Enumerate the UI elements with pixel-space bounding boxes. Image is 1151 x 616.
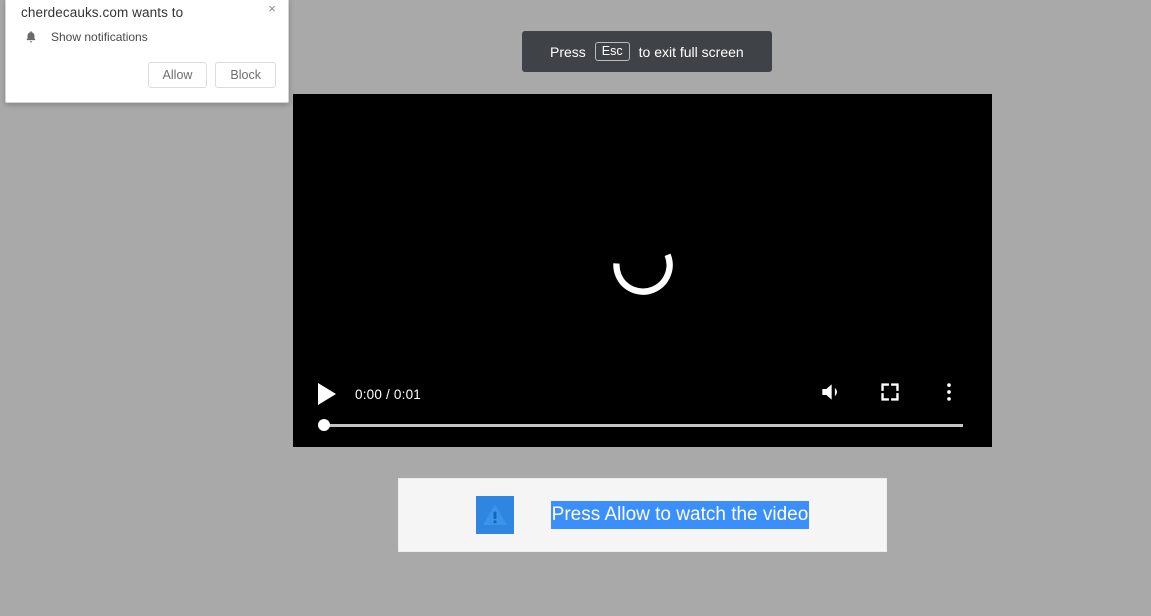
fullscreen-exit-toast: Press Esc to exit full screen: [522, 31, 772, 72]
progress-track[interactable]: [325, 424, 963, 427]
call-to-action-banner: Press Allow to watch the video: [398, 478, 887, 552]
video-progress-bar[interactable]: [318, 418, 963, 432]
toast-suffix-label: to exit full screen: [638, 43, 744, 60]
permission-type-label: Show notifications: [51, 30, 148, 44]
video-controls-right: [818, 379, 962, 405]
video-time-label: 0:00 / 0:01: [355, 386, 422, 402]
progress-scrubber-handle[interactable]: [318, 419, 330, 431]
volume-icon[interactable]: [818, 379, 844, 405]
close-icon[interactable]: ×: [262, 0, 282, 18]
video-player[interactable]: 0:00 / 0:01: [293, 94, 992, 447]
bell-icon: [24, 29, 38, 45]
notification-permission-dialog: × cherdecauks.com wants to Show notifica…: [5, 0, 289, 103]
esc-key-badge: Esc: [594, 41, 630, 62]
warning-triangle-icon: [475, 496, 514, 534]
fullscreen-icon[interactable]: [877, 379, 903, 405]
video-controls-left: 0:00 / 0:01: [318, 383, 421, 405]
loading-spinner-icon: [608, 234, 678, 305]
video-controls-bar: 0:00 / 0:01: [293, 369, 992, 447]
cta-message: Press Allow to watch the video: [550, 500, 810, 530]
allow-button[interactable]: Allow: [147, 62, 208, 88]
toast-prefix-label: Press: [550, 43, 586, 60]
permission-dialog-actions: Allow Block: [147, 62, 276, 88]
permission-dialog-title: cherdecauks.com wants to: [21, 5, 184, 20]
block-button[interactable]: Block: [215, 62, 276, 88]
more-vertical-icon[interactable]: [936, 379, 962, 405]
permission-request-row: Show notifications: [24, 29, 148, 45]
play-icon[interactable]: [318, 383, 336, 405]
